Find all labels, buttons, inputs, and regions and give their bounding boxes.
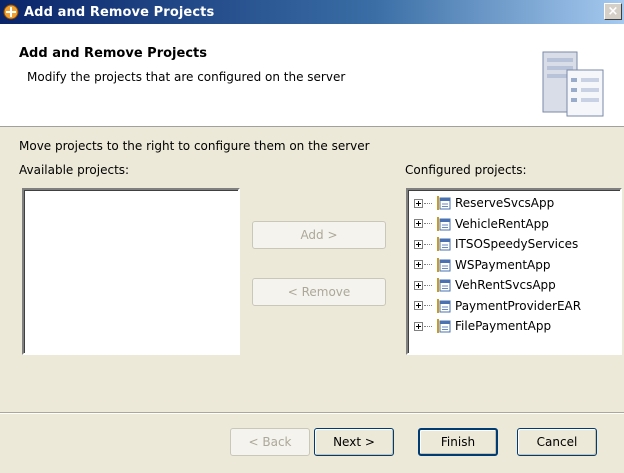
- tree-item[interactable]: ITSOSpeedyServices: [408, 234, 620, 255]
- add-button[interactable]: Add >: [252, 221, 386, 249]
- tree-connector: [424, 264, 432, 266]
- tree-item[interactable]: VehicleRentApp: [408, 214, 620, 235]
- tree-connector: [424, 223, 432, 225]
- enterprise-app-project-icon: [437, 298, 451, 313]
- instruction-text: Move projects to the right to configure …: [19, 139, 370, 153]
- eclipse-app-icon: [3, 4, 19, 20]
- expand-plus-icon[interactable]: [414, 280, 423, 290]
- cancel-button[interactable]: Cancel: [517, 428, 597, 456]
- tree-item[interactable]: PaymentProviderEAR: [408, 296, 620, 317]
- tree-item-label: WSPaymentApp: [455, 257, 551, 272]
- server-graphic: [542, 51, 604, 117]
- expand-plus-icon[interactable]: [414, 321, 423, 331]
- enterprise-app-project-icon: [437, 278, 451, 293]
- tree-connector: [424, 243, 432, 245]
- enterprise-app-project-icon: [437, 257, 451, 272]
- enterprise-app-project-icon: [437, 237, 451, 252]
- remove-button[interactable]: < Remove: [252, 278, 386, 306]
- tree-item-label: VehRentSvcsApp: [455, 278, 556, 293]
- tree-connector: [424, 305, 432, 307]
- tree-connector: [424, 284, 432, 286]
- tree-connector: [424, 202, 432, 204]
- title-bar[interactable]: Add and Remove Projects ×: [0, 0, 624, 24]
- expand-plus-icon[interactable]: [414, 239, 423, 249]
- available-projects-label: Available projects:: [19, 163, 130, 177]
- enterprise-app-project-icon: [437, 216, 451, 231]
- tree-item-label: ITSOSpeedyServices: [455, 237, 579, 252]
- finish-button[interactable]: Finish: [418, 428, 498, 456]
- back-button[interactable]: < Back: [230, 428, 310, 456]
- tree-item[interactable]: WSPaymentApp: [408, 255, 620, 276]
- next-button[interactable]: Next >: [314, 428, 394, 456]
- tree-item[interactable]: ReserveSvcsApp: [408, 193, 620, 214]
- available-projects-list[interactable]: [22, 188, 240, 355]
- tree-item-label: VehicleRentApp: [455, 216, 549, 231]
- configured-projects-label: Configured projects:: [405, 163, 527, 177]
- expand-plus-icon[interactable]: [414, 301, 423, 311]
- tree-item[interactable]: FilePaymentApp: [408, 316, 620, 337]
- window-title: Add and Remove Projects: [24, 4, 215, 20]
- expand-plus-icon[interactable]: [414, 219, 423, 229]
- tree-item-label: PaymentProviderEAR: [455, 298, 582, 313]
- banner-title: Add and Remove Projects: [19, 46, 207, 61]
- enterprise-app-project-icon: [437, 319, 451, 334]
- tree-connector: [424, 325, 432, 327]
- expand-plus-icon[interactable]: [414, 260, 423, 270]
- button-separator: [0, 412, 624, 414]
- tree-item[interactable]: VehRentSvcsApp: [408, 275, 620, 296]
- enterprise-app-project-icon: [437, 196, 451, 211]
- expand-plus-icon[interactable]: [414, 198, 423, 208]
- header-banner: Add and Remove Projects Modify the proje…: [0, 24, 624, 127]
- tree-item-label: ReserveSvcsApp: [455, 196, 555, 211]
- banner-description: Modify the projects that are configured …: [27, 70, 346, 84]
- tree-item-label: FilePaymentApp: [455, 319, 552, 334]
- close-icon: ×: [607, 4, 619, 19]
- configured-projects-tree[interactable]: ReserveSvcsApp VehicleRentApp ITSOSpeedySe…: [406, 188, 622, 355]
- add-remove-projects-dialog: Add and Remove Projects × Add and Remove…: [0, 0, 624, 473]
- close-button[interactable]: ×: [604, 3, 622, 20]
